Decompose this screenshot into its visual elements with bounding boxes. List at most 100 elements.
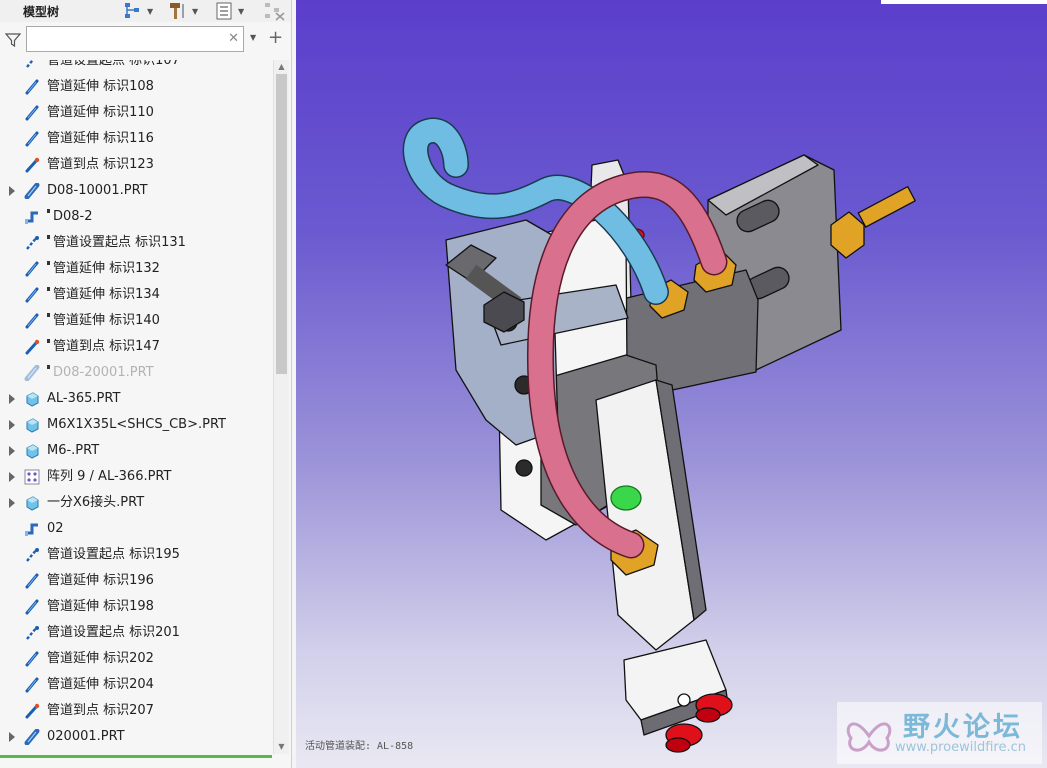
watermark-title: 野火论坛 (903, 712, 1023, 743)
pipe-part-icon (24, 365, 40, 381)
pipe-extend-icon (25, 677, 39, 693)
tree-item[interactable]: 管道延伸 标识116 (0, 126, 272, 152)
pipe-to-point-icon (25, 703, 40, 719)
pipe-extend-icon (25, 131, 39, 147)
show-tree-menu-button[interactable]: ▼ (122, 1, 153, 21)
tree-item[interactable]: 管道到点 标识123 (0, 152, 272, 178)
expand-arrow-icon[interactable] (9, 498, 15, 508)
tree-item-label: 管道设置起点 标识195 (47, 547, 180, 562)
tree-item[interactable]: 管道设置起点 标识201 (0, 620, 272, 646)
tree-item[interactable]: 管道设置起点 标识131 (0, 230, 272, 256)
hammer-icon (170, 3, 184, 19)
tree-hidden-icon (265, 3, 285, 21)
part-icon (26, 418, 39, 433)
tree-item-label: 管道延伸 标识134 (47, 286, 160, 304)
expand-arrow-icon[interactable] (9, 186, 15, 196)
tree-item-label: 02 (47, 521, 64, 536)
filter-icon[interactable] (5, 32, 21, 48)
clear-search-icon[interactable]: ✕ (228, 31, 239, 46)
tree-item[interactable]: 阵列 9 / AL-366.PRT (0, 464, 272, 490)
pipe-extend-icon (25, 573, 39, 589)
pipe-start-icon (26, 626, 39, 640)
pipe-extend-icon (25, 105, 39, 121)
pipe-part-icon (24, 729, 40, 745)
pipe-assembly-model (402, 117, 916, 753)
forum-watermark: 野火论坛 www.proewildfire.cn (837, 702, 1042, 764)
tree-item-label: 管道延伸 标识198 (47, 599, 154, 614)
tree-item-label: M6X1X35L<SHCS_CB>.PRT (47, 417, 226, 432)
tree-scrollbar[interactable]: ▲ ▼ (273, 60, 289, 754)
tree-item[interactable]: M6X1X35L<SHCS_CB>.PRT (0, 412, 272, 438)
tree-item[interactable]: 管道延伸 标识134 (0, 282, 272, 308)
graphics-viewport[interactable]: 活动管道装配: AL-858 野火论坛 www.proewildfire.cn (296, 0, 1047, 768)
tree-item[interactable]: 管道延伸 标识196 (0, 568, 272, 594)
tree-item-label: 管道延伸 标识196 (47, 573, 154, 588)
scrollbar-thumb[interactable] (276, 74, 287, 374)
pipe-to-point-icon (25, 157, 40, 173)
watermark-url: www.proewildfire.cn (895, 740, 1026, 755)
scroll-up-icon[interactable]: ▲ (276, 61, 287, 73)
list-settings-icon (216, 2, 232, 20)
tree-item[interactable]: 管道延伸 标识132 (0, 256, 272, 282)
tree-item[interactable]: 管道延伸 标识140 (0, 308, 272, 334)
tree-item[interactable]: D08-2 (0, 204, 272, 230)
tree-item[interactable]: D08-20001.PRT (0, 360, 272, 386)
model-tree-panel: 模型树 ▼ ▼ ▼ ✕ ▼ + 管道设置起点 标识107 管道延伸 标识108 … (0, 0, 292, 768)
tree-item-label: 管道延伸 标识204 (47, 677, 154, 692)
pipe-extend-icon (25, 651, 39, 667)
tree-item-label: 管道到点 标识123 (47, 157, 154, 172)
tree-item-label: 管道延伸 标识110 (47, 105, 154, 120)
tools-menu-button[interactable]: ▼ (167, 1, 198, 21)
pipe-extend-icon (25, 287, 39, 303)
tree-item[interactable]: 02 (0, 516, 272, 542)
expand-arrow-icon[interactable] (9, 446, 15, 456)
chevron-down-icon: ▼ (192, 6, 199, 16)
model-tree-header: 模型树 ▼ ▼ ▼ (0, 0, 291, 22)
tree-item-label: 管道到点 标识147 (47, 338, 160, 356)
tree-item[interactable]: 管道到点 标识207 (0, 698, 272, 724)
search-input[interactable]: ✕ (26, 26, 244, 52)
tree-item-label: 一分X6接头.PRT (47, 495, 145, 510)
chevron-down-icon[interactable]: ▼ (250, 33, 256, 42)
tree-item-label: D08-20001.PRT (47, 364, 154, 382)
tree-item-label: D08-10001.PRT (47, 183, 148, 198)
tree-item-label: 管道延伸 标识116 (47, 131, 154, 146)
tree-item[interactable]: 管道延伸 标识198 (0, 594, 272, 620)
tree-item-label: 管道延伸 标识132 (47, 260, 160, 278)
tree-item-label: AL-365.PRT (47, 391, 121, 406)
tree-item-label: 管道设置起点 标识201 (47, 625, 180, 640)
tree-item-label: 管道延伸 标识108 (47, 79, 154, 94)
tree-item-label: D08-2 (47, 208, 93, 226)
tree-item[interactable]: 一分X6接头.PRT (0, 490, 272, 516)
assembly-status-label: 活动管道装配: AL-858 (305, 741, 414, 752)
hide-tree-button[interactable] (262, 1, 286, 21)
settings-menu-button[interactable]: ▼ (213, 1, 244, 21)
tree-item-label: 020001.PRT (47, 729, 125, 744)
part-icon (26, 496, 39, 511)
chevron-down-icon: ▼ (147, 6, 154, 16)
tree-item[interactable]: 020001.PRT (0, 724, 272, 750)
tree-item[interactable]: D08-10001.PRT (0, 178, 272, 204)
tree-item-label: 管道设置起点 标识131 (47, 234, 186, 252)
pipe-start-icon (26, 60, 35, 68)
expand-arrow-icon[interactable] (9, 732, 15, 742)
pipe-part-icon (24, 183, 40, 199)
tree-item[interactable]: 管道延伸 标识204 (0, 672, 272, 698)
tree-item[interactable]: 管道延伸 标识108 (0, 74, 272, 100)
expand-arrow-icon[interactable] (9, 420, 15, 430)
scroll-down-icon[interactable]: ▼ (276, 741, 287, 753)
tree-progress-bar (0, 755, 272, 758)
pattern-icon (24, 469, 40, 485)
expand-arrow-icon[interactable] (9, 472, 15, 482)
pipe-extend-icon (25, 261, 39, 277)
tree-item[interactable]: M6-.PRT (0, 438, 272, 464)
tree-item[interactable]: 管道设置起点 标识195 (0, 542, 272, 568)
add-icon[interactable]: + (268, 27, 283, 48)
tree-item[interactable]: 管道到点 标识147 (0, 334, 272, 360)
tree-item[interactable]: 管道延伸 标识110 (0, 100, 272, 126)
pipe-extend-icon (25, 79, 39, 95)
tree-item[interactable]: 管道延伸 标识202 (0, 646, 272, 672)
tree-item[interactable]: 管道设置起点 标识107 (0, 60, 272, 74)
tree-item[interactable]: AL-365.PRT (0, 386, 272, 412)
expand-arrow-icon[interactable] (9, 394, 15, 404)
